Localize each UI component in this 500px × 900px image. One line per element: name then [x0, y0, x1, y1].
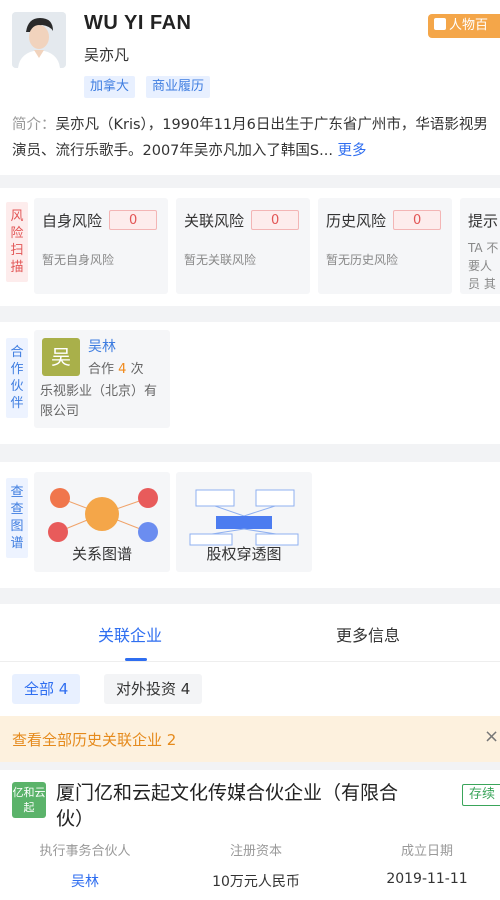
intro: 简介：吴亦凡（Kris），1990年11月6日出生于广东省广州市，华语影视男演员…	[12, 112, 494, 164]
baike-label: 人物百	[449, 18, 489, 33]
baike-icon	[434, 18, 446, 30]
filter-row: 全部 4 对外投资 4	[0, 662, 500, 716]
partner-avatar: 吴	[42, 338, 80, 376]
intro-more-link[interactable]: 更多	[338, 143, 367, 159]
partner-count: 合作 4 次	[88, 358, 144, 377]
profile-header: WU YI FAN 吴亦凡 加拿大 商业履历 人物百 简介：吴亦凡（Kris），…	[0, 0, 500, 175]
field-key: 执行事务合伙人	[39, 844, 131, 859]
risk-title: 关联风险	[184, 212, 245, 230]
filter-investment[interactable]: 对外投资 4	[104, 674, 203, 704]
relation-graph-label: 关系图谱	[71, 545, 132, 563]
field-key: 成立日期	[400, 844, 453, 859]
risk-count: 0	[393, 210, 442, 230]
filter-count: 4	[180, 680, 191, 698]
risk-desc: TA 不 要人员 其他	[468, 241, 499, 291]
tab-underline	[125, 658, 147, 661]
history-banner[interactable]: 查看全部历史关联企业 2 ×	[0, 716, 500, 762]
partners-section: 合作伙伴 吴 吴林 合作 4 次 乐视影业（北京）有限公司	[0, 322, 500, 444]
company-card[interactable]: 亿和云起 厦门亿和云起文化传媒合伙企业（有限合伙） 存续 执行事务合伙人 吴林 …	[0, 770, 500, 900]
tab-bar: 关联企业 更多信息	[0, 604, 500, 662]
equity-chart-icon	[189, 489, 299, 546]
equity-chart-card[interactable]: 股权穿透图	[176, 472, 312, 572]
history-link[interactable]: 查看全部历史关联企业 2	[12, 729, 176, 750]
status-badge: 存续	[462, 784, 500, 806]
company-field-capital: 注册资本 10万元人民币	[176, 840, 336, 891]
risk-title: 历史风险	[326, 212, 387, 230]
company-field-partner: 执行事务合伙人 吴林	[5, 840, 165, 891]
field-value-partner-link[interactable]: 吴林	[5, 871, 165, 891]
partner-count-number: 4	[118, 362, 127, 377]
tools-section: 查查图谱 关系图谱 股权穿透图	[0, 462, 500, 588]
risk-count: 0	[251, 210, 300, 230]
intro-label: 简介：	[12, 117, 56, 133]
risk-title: 提示	[468, 212, 499, 230]
equity-chart-label: 股权穿透图	[206, 545, 282, 563]
tools-label: 查查图谱	[6, 478, 28, 558]
filter-label: 全部	[24, 680, 55, 698]
risk-card-related[interactable]: 关联风险 0 暂无关联风险	[176, 198, 310, 294]
tag-business-history[interactable]: 商业履历	[146, 76, 211, 98]
partner-card[interactable]: 吴 吴林 合作 4 次 乐视影业（北京）有限公司	[34, 330, 170, 428]
risk-label: 风险扫描	[6, 202, 28, 282]
risk-section: 风险扫描 自身风险 0 暂无自身风险 关联风险 0 暂无关联风险 历史风险 0 …	[0, 188, 500, 306]
close-icon[interactable]: ×	[484, 726, 499, 747]
filter-all[interactable]: 全部 4	[12, 674, 81, 704]
company-name[interactable]: 厦门亿和云起文化传媒合伙企业（有限合伙）	[56, 780, 406, 832]
intro-text: 吴亦凡（Kris），1990年11月6日出生于广东省广州市，华语影视男演员、流行…	[12, 117, 488, 159]
risk-desc: 暂无历史风险	[326, 253, 399, 267]
field-key: 注册资本	[229, 844, 282, 859]
company-field-date: 成立日期 2019-11-11	[347, 840, 500, 887]
company-logo: 亿和云起	[12, 782, 46, 818]
partner-count-prefix: 合作	[88, 362, 115, 377]
baike-button[interactable]: 人物百	[428, 14, 500, 38]
name-english: WU YI FAN	[84, 12, 192, 34]
partners-label: 合作伙伴	[6, 338, 28, 418]
risk-count: 0	[109, 210, 158, 230]
field-value: 2019-11-11	[386, 871, 468, 887]
avatar[interactable]	[12, 12, 66, 68]
risk-card-self[interactable]: 自身风险 0 暂无自身风险	[34, 198, 168, 294]
risk-desc: 暂无关联风险	[184, 253, 257, 267]
risk-title: 自身风险	[42, 212, 103, 230]
partner-count-suffix: 次	[130, 362, 144, 377]
tab-related-companies[interactable]: 关联企业	[98, 622, 162, 646]
field-value: 10万元人民币	[212, 874, 300, 890]
filter-count: 4	[58, 680, 69, 698]
relation-graph-icon	[48, 488, 158, 542]
name-chinese: 吴亦凡	[84, 46, 130, 64]
risk-desc: 暂无自身风险	[42, 253, 115, 267]
partner-name[interactable]: 吴林	[88, 336, 116, 356]
risk-card-tips[interactable]: 提示 TA 不 要人员 其他	[460, 198, 500, 294]
partner-company: 乐视影业（北京）有限公司	[40, 384, 158, 419]
tag-country[interactable]: 加拿大	[84, 76, 136, 98]
risk-card-history[interactable]: 历史风险 0 暂无历史风险	[318, 198, 452, 294]
filter-label: 对外投资	[116, 680, 177, 698]
relation-graph-card[interactable]: 关系图谱	[34, 472, 170, 572]
tab-more-info[interactable]: 更多信息	[336, 622, 400, 646]
